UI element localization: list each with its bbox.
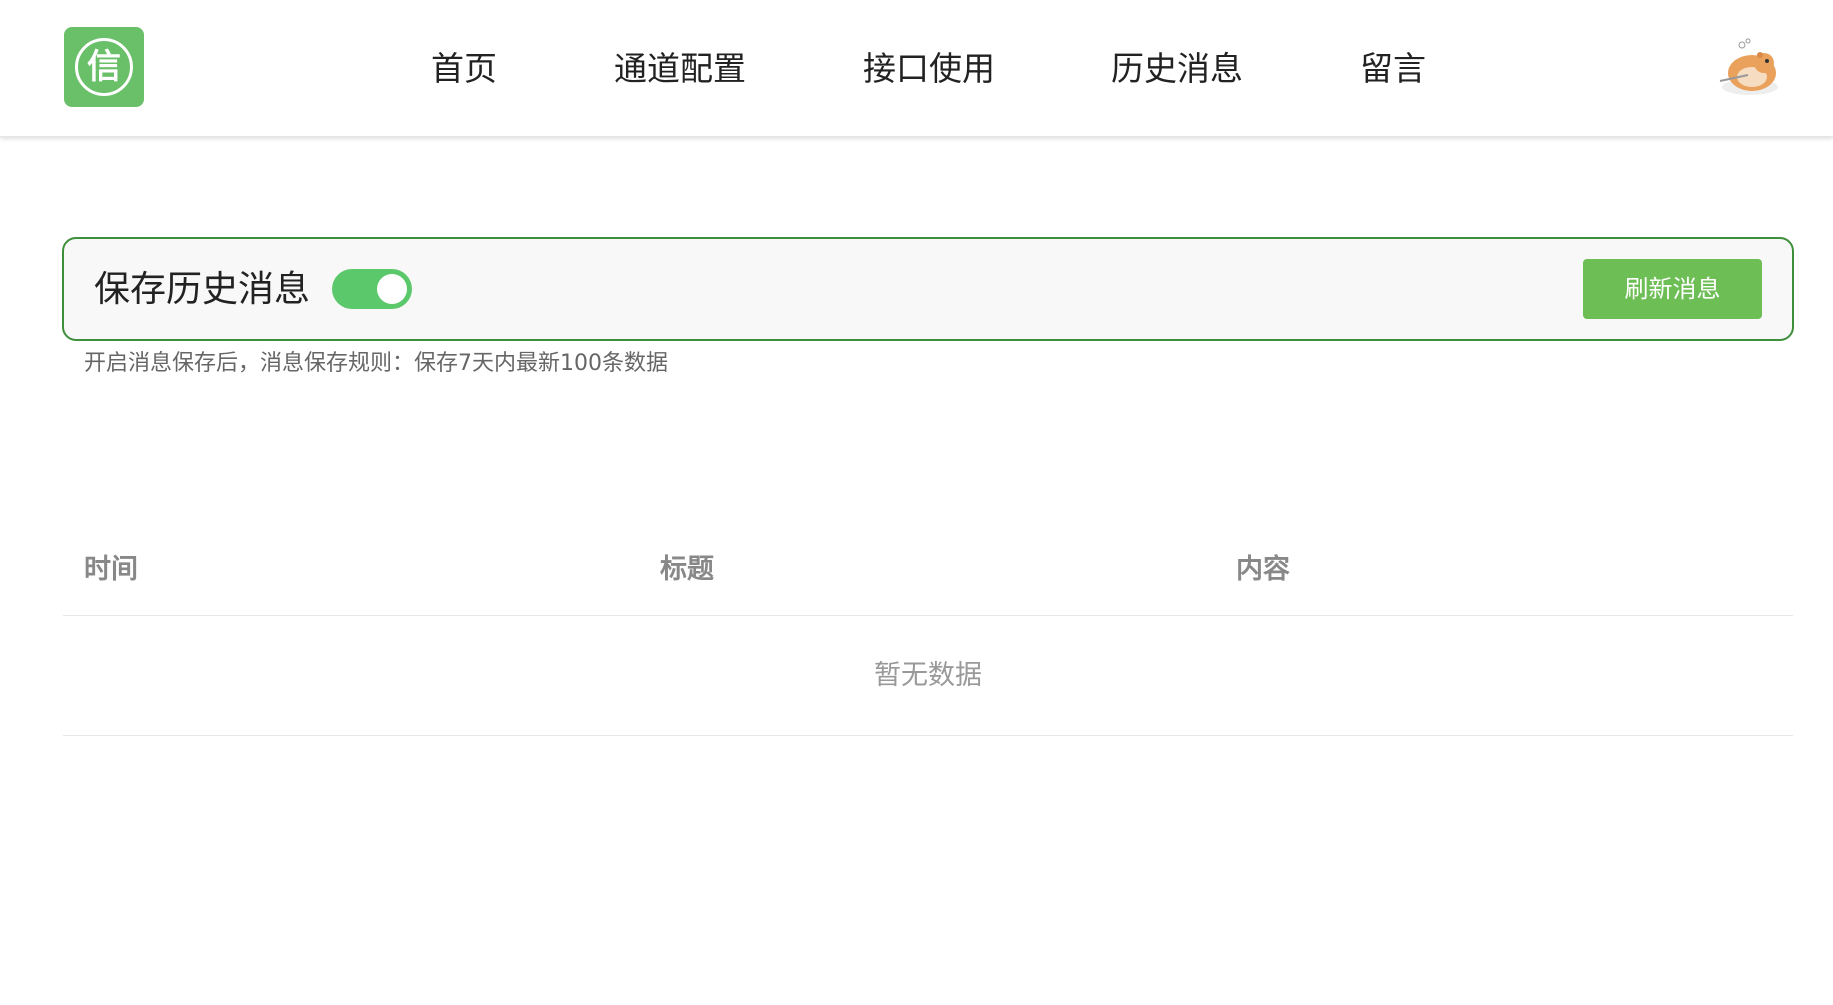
table-empty-row: 暂无数据 bbox=[63, 616, 1793, 736]
toggle-knob bbox=[377, 274, 407, 304]
table-header: 时间 标题 内容 bbox=[63, 530, 1793, 616]
nav-item-guestbook[interactable]: 留言 bbox=[1360, 46, 1426, 92]
column-header-time: 时间 bbox=[84, 554, 138, 585]
refresh-messages-button[interactable]: 刷新消息 bbox=[1583, 259, 1762, 319]
empty-state-text: 暂无数据 bbox=[874, 660, 982, 691]
nav-item-history-messages[interactable]: 历史消息 bbox=[1111, 46, 1243, 92]
logo-glyph: 信 bbox=[87, 47, 121, 87]
save-history-toggle[interactable] bbox=[332, 269, 412, 309]
nav-item-channel-config[interactable]: 通道配置 bbox=[614, 46, 746, 92]
user-avatar[interactable] bbox=[1712, 35, 1786, 109]
logo-mark: 信 bbox=[75, 38, 133, 96]
column-header-content: 内容 bbox=[1236, 554, 1290, 585]
column-header-title: 标题 bbox=[660, 554, 714, 585]
nav-item-home[interactable]: 首页 bbox=[431, 46, 497, 92]
hamster-avatar-icon bbox=[1719, 38, 1778, 95]
save-rule-note: 开启消息保存后，消息保存规则：保存7天内最新100条数据 bbox=[84, 351, 668, 376]
nav-item-api-usage[interactable]: 接口使用 bbox=[863, 46, 995, 92]
app-logo[interactable]: 信 bbox=[64, 27, 144, 107]
messages-table: 时间 标题 内容 暂无数据 bbox=[63, 530, 1793, 736]
save-history-label: 保存历史消息 bbox=[94, 269, 311, 310]
history-settings-panel: 保存历史消息 刷新消息 bbox=[62, 237, 1794, 341]
top-header: 信 首页 通道配置 接口使用 历史消息 留言 bbox=[0, 0, 1833, 137]
